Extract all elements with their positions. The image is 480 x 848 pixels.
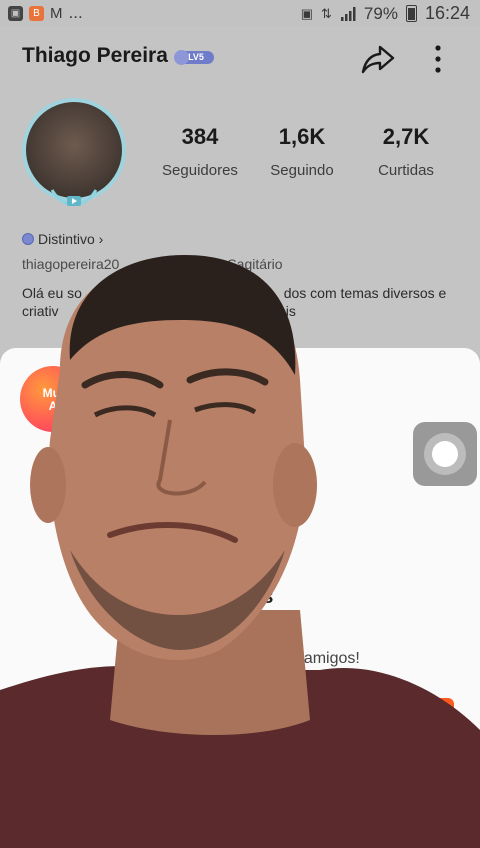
distintivo-label: Distintivo ›: [38, 231, 104, 247]
data-arrows-icon: ⇅: [321, 5, 332, 21]
profile-header: Thiago Pereira LV5 384 Seguidores 1,6K S…: [0, 26, 480, 356]
level-badge[interactable]: LV5: [174, 50, 214, 65]
b-notification-icon: B: [29, 5, 44, 21]
promo-action-button[interactable]: [250, 698, 454, 750]
share-icon[interactable]: [360, 42, 396, 76]
stat-followers[interactable]: 384 Seguidores: [150, 124, 250, 179]
promo-title: ns: [250, 586, 274, 608]
promo-logo: Mul A: [20, 366, 86, 432]
status-overflow: ...: [68, 3, 83, 22]
profile-bio: Olá eu so dos com temas diversos e criat…: [22, 284, 462, 320]
bio-more-link[interactable]: Mais: [266, 303, 296, 319]
profile-meta-partial: lino: [181, 256, 203, 272]
followers-count: 384: [181, 124, 219, 149]
profile-handle: thiagopereira20: [22, 256, 120, 272]
profile-sign: Sagitário: [227, 256, 283, 272]
app-notification-icon: ▣: [8, 5, 23, 21]
signal-icon: [340, 6, 356, 21]
status-bar: ▣ B M ... ▣ ⇅ 79% 16:24: [0, 0, 480, 26]
bio-line2-start: criativ: [22, 303, 59, 319]
assistive-touch-button[interactable]: [413, 422, 477, 486]
bio-line1-end: dos com temas diversos e: [283, 285, 447, 301]
promo-bottom-sheet: Mul A ns zações ara seus amigos!: [0, 348, 480, 848]
promo-logo-text-2: A: [48, 399, 58, 413]
battery-percent: 79%: [363, 3, 398, 23]
bio-line1-start: Olá eu so: [22, 285, 82, 301]
live-frame-icon: [50, 189, 98, 206]
stat-likes[interactable]: 2,7K Curtidas: [356, 124, 456, 179]
battery-icon: [405, 5, 417, 22]
gmail-icon: M: [50, 4, 63, 22]
following-count: 1,6K: [278, 124, 326, 149]
following-label: Seguindo: [270, 162, 334, 179]
distintivo-link[interactable]: Distintivo ›: [22, 231, 103, 247]
stat-following[interactable]: 1,6K Seguindo: [252, 124, 352, 179]
cast-icon: ▣: [300, 5, 314, 21]
profile-meta: thiagopereira20 lino · Sagitário: [22, 256, 283, 272]
likes-count: 2,7K: [382, 124, 430, 149]
promo-line-1: zações: [238, 625, 289, 642]
clock: 16:24: [424, 3, 470, 23]
profile-username: Thiago Pereira: [22, 44, 168, 67]
likes-label: Curtidas: [378, 162, 434, 179]
promo-line-2: ara seus amigos!: [238, 650, 360, 667]
followers-label: Seguidores: [162, 162, 238, 179]
badge-icon: [22, 233, 34, 245]
more-options-icon[interactable]: [428, 42, 448, 76]
